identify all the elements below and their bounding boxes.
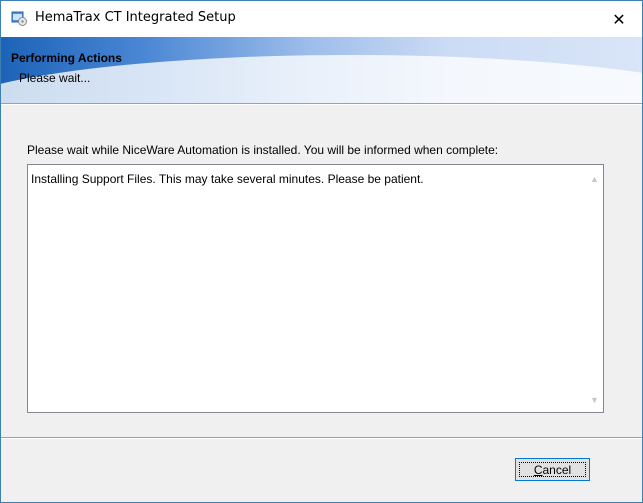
scroll-down-icon[interactable]: ▼: [586, 391, 603, 408]
close-icon: ✕: [612, 9, 626, 29]
scroll-up-icon[interactable]: ▲: [586, 170, 603, 187]
close-button[interactable]: ✕: [596, 1, 642, 37]
header-banner: Performing Actions Please wait...: [1, 37, 642, 103]
setup-window: HemaTrax CT Integrated Setup ✕ Performin…: [0, 0, 643, 503]
title-bar[interactable]: HemaTrax CT Integrated Setup ✕: [1, 1, 642, 37]
footer-divider: [1, 437, 642, 439]
status-text: Installing Support Files. This may take …: [31, 172, 424, 186]
status-textbox[interactable]: Installing Support Files. This may take …: [27, 164, 604, 413]
header-divider: [1, 103, 642, 105]
vertical-scrollbar[interactable]: ▲ ▼: [586, 165, 603, 412]
window-title: HemaTrax CT Integrated Setup: [35, 10, 236, 25]
banner-title: Performing Actions: [11, 51, 122, 65]
instruction-label: Please wait while NiceWare Automation is…: [27, 143, 499, 157]
focus-rectangle: [519, 462, 586, 477]
banner-subtitle: Please wait...: [19, 71, 91, 85]
cancel-button[interactable]: Cancel: [515, 458, 590, 481]
installer-icon: [11, 11, 27, 26]
